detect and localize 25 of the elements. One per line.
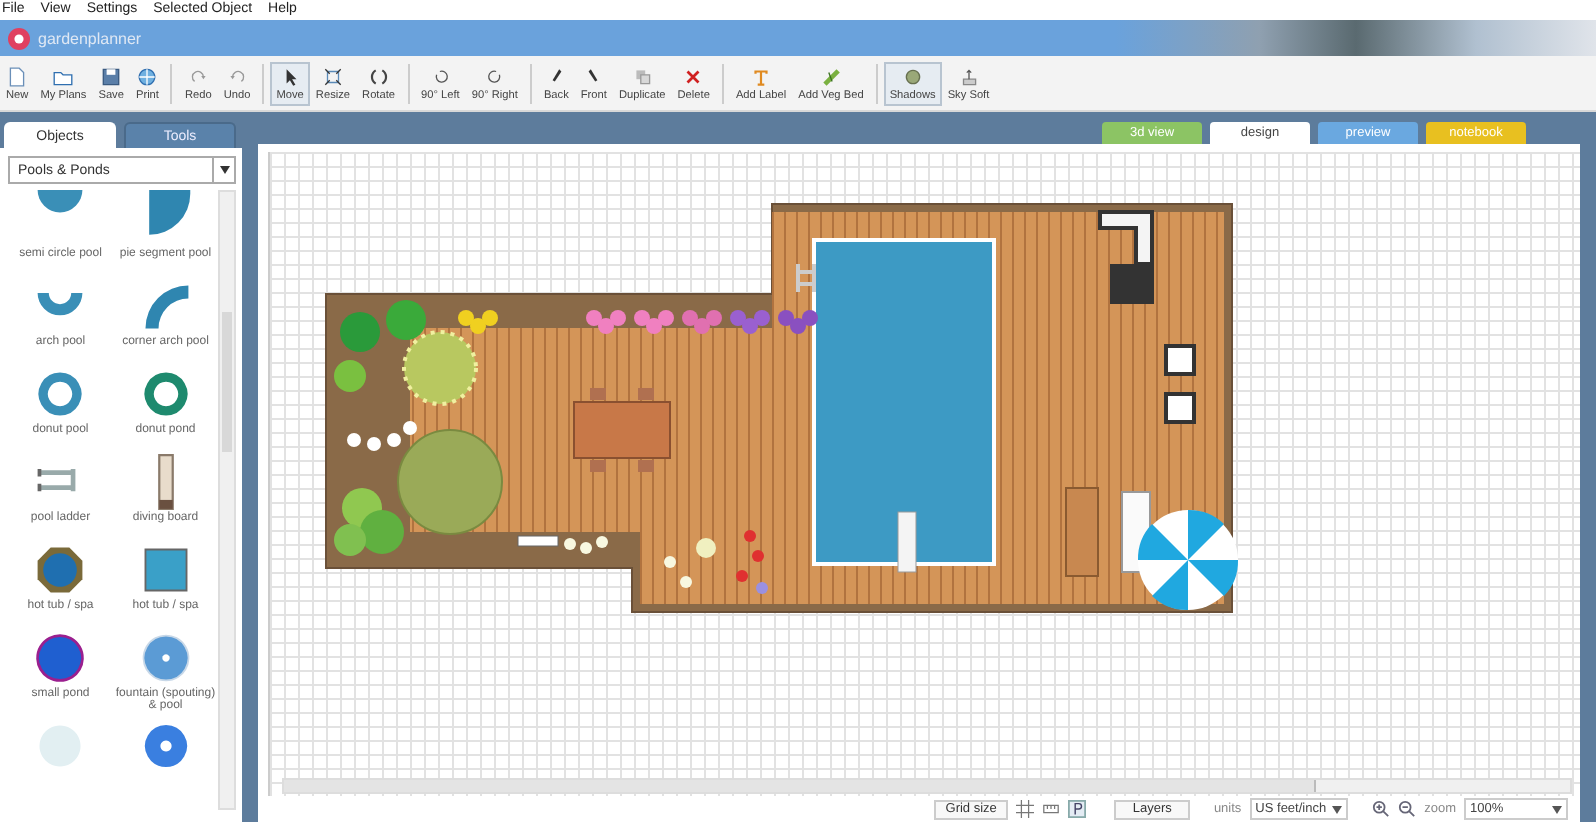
globe-icon (136, 65, 159, 87)
grid-icon[interactable] (1016, 800, 1035, 818)
delete-icon (682, 65, 705, 87)
page-icon (6, 65, 29, 87)
redo-arrow-icon (187, 65, 210, 87)
app-title: gardenplanner (38, 29, 142, 47)
garden-plan-drawing[interactable] (325, 203, 1238, 613)
fountain-icon (137, 630, 194, 686)
rotate-icon (367, 65, 390, 87)
round-pond-icon (32, 630, 89, 686)
undo-arrow-icon (226, 65, 249, 87)
scrollbar[interactable] (218, 190, 236, 810)
board-icon (157, 454, 174, 510)
caret-icon (1552, 805, 1562, 813)
flower-logo-icon (8, 27, 30, 49)
caret-icon (1332, 805, 1343, 813)
resize-icon (321, 65, 344, 87)
caret-icon (219, 166, 229, 174)
zoom-out-icon[interactable] (1398, 800, 1417, 818)
scrollbar[interactable] (282, 778, 1572, 794)
text-icon (750, 65, 773, 87)
zoom-in-icon[interactable] (1372, 800, 1391, 818)
duplicate-icon (631, 65, 654, 87)
ruler-icon[interactable] (1042, 800, 1061, 818)
rotate-right-icon (483, 65, 506, 87)
